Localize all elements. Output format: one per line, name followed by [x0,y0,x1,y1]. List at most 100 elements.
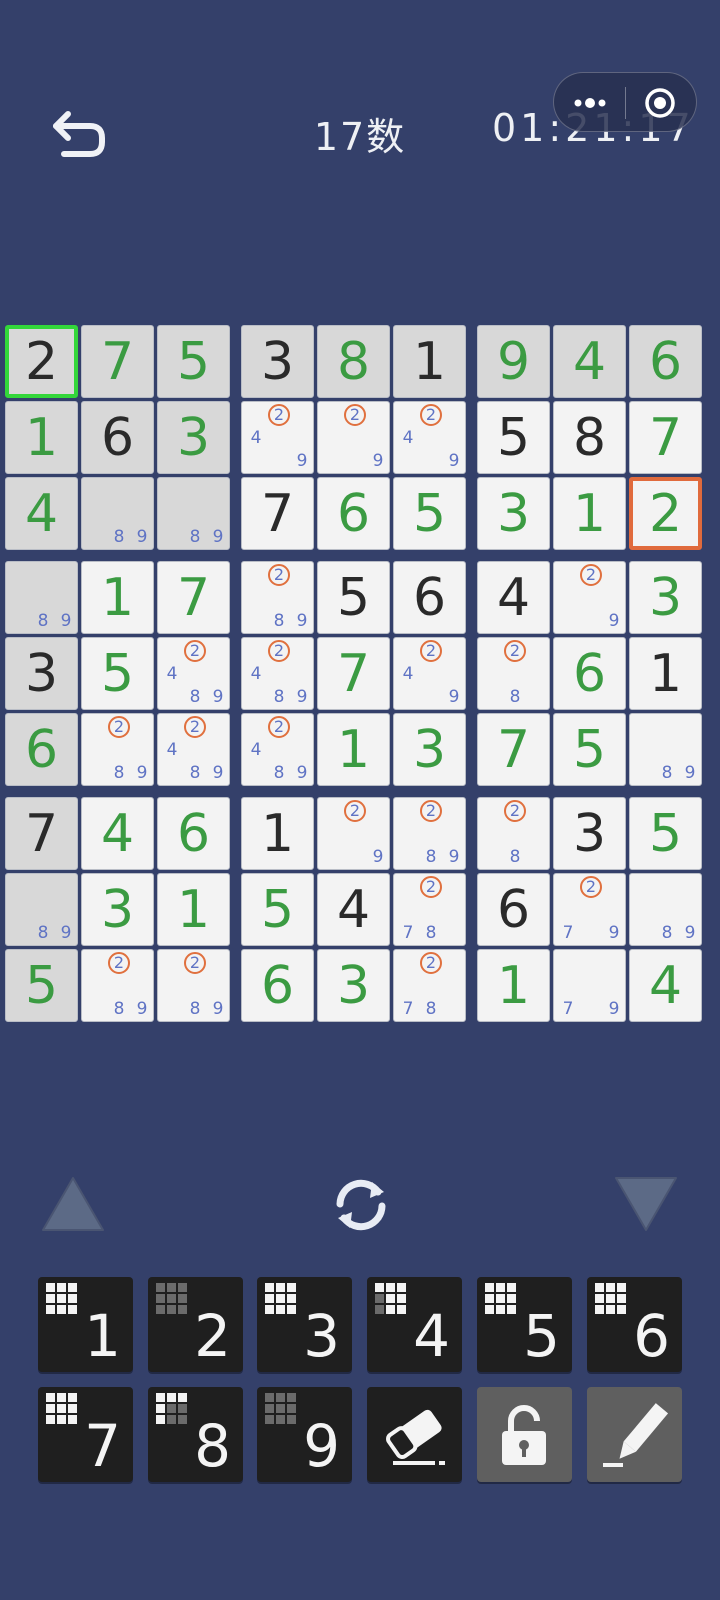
cell-r3c3[interactable]: 89 [157,477,230,550]
more-button[interactable] [554,73,625,133]
back-button[interactable] [50,108,110,162]
cell-r2c4[interactable]: 24 9 [241,401,314,474]
next-button[interactable] [613,1175,679,1233]
cell-r6c4[interactable]: 2489 [241,713,314,786]
cell-r9c6[interactable]: 2 78 [393,949,466,1022]
digit-key-6[interactable]: 6 [587,1277,682,1372]
cell-r9c3[interactable]: 2 89 [157,949,230,1022]
cell-r9c4[interactable]: 6 [241,949,314,1022]
cell-r4c2[interactable]: 1 [81,561,154,634]
cell-r5c3[interactable]: 2489 [157,637,230,710]
close-button[interactable] [626,73,698,133]
cell-r2c2[interactable]: 6 [81,401,154,474]
digit-key-9[interactable]: 9 [257,1387,352,1482]
cell-r4c5[interactable]: 5 [317,561,390,634]
cell-r1c8[interactable]: 4 [553,325,626,398]
cell-r6c5[interactable]: 1 [317,713,390,786]
digit-key-4[interactable]: 4 [367,1277,462,1372]
cell-r7c9[interactable]: 5 [629,797,702,870]
cell-r2c1[interactable]: 1 [5,401,78,474]
cell-r4c4[interactable]: 2 89 [241,561,314,634]
cell-r1c7[interactable]: 9 [477,325,550,398]
cell-r7c2[interactable]: 4 [81,797,154,870]
cell-r8c9[interactable]: 89 [629,873,702,946]
cell-r1c4[interactable]: 3 [241,325,314,398]
cell-r6c9[interactable]: 89 [629,713,702,786]
cell-r6c3[interactable]: 2489 [157,713,230,786]
digit-key-2[interactable]: 2 [148,1277,243,1372]
cell-r9c8[interactable]: 79 [553,949,626,1022]
cell-r2c7[interactable]: 5 [477,401,550,474]
cell-r3c6[interactable]: 5 [393,477,466,550]
lock-button[interactable] [477,1387,572,1482]
eraser-button[interactable] [367,1387,462,1482]
cell-r5c5[interactable]: 7 [317,637,390,710]
cell-r2c9[interactable]: 7 [629,401,702,474]
cell-r8c2[interactable]: 3 [81,873,154,946]
cell-r9c7[interactable]: 1 [477,949,550,1022]
cell-r1c2[interactable]: 7 [81,325,154,398]
cell-r5c6[interactable]: 24 9 [393,637,466,710]
digit-key-7[interactable]: 7 [38,1387,133,1482]
cell-r2c6[interactable]: 24 9 [393,401,466,474]
cell-r4c8[interactable]: 29 [553,561,626,634]
cell-r4c6[interactable]: 6 [393,561,466,634]
cell-r7c3[interactable]: 6 [157,797,230,870]
cell-r6c8[interactable]: 5 [553,713,626,786]
cell-r3c1[interactable]: 4 [5,477,78,550]
refresh-button[interactable] [326,1174,396,1236]
previous-button[interactable] [40,1175,106,1233]
cell-r5c2[interactable]: 5 [81,637,154,710]
cell-r5c9[interactable]: 1 [629,637,702,710]
cell-r4c7[interactable]: 4 [477,561,550,634]
cell-r6c7[interactable]: 7 [477,713,550,786]
cell-r1c3[interactable]: 5 [157,325,230,398]
cell-r4c9[interactable]: 3 [629,561,702,634]
cell-r9c1[interactable]: 5 [5,949,78,1022]
cell-r1c1[interactable]: 2 [5,325,78,398]
cell-r1c6[interactable]: 1 [393,325,466,398]
digit-key-1[interactable]: 1 [38,1277,133,1372]
cell-r8c6[interactable]: 2 78 [393,873,466,946]
cell-r5c4[interactable]: 2489 [241,637,314,710]
cell-r8c7[interactable]: 6 [477,873,550,946]
cell-r7c6[interactable]: 2 89 [393,797,466,870]
cell-r7c7[interactable]: 28 [477,797,550,870]
cell-r9c5[interactable]: 3 [317,949,390,1022]
cell-r5c7[interactable]: 28 [477,637,550,710]
cell-r7c4[interactable]: 1 [241,797,314,870]
cell-r8c8[interactable]: 2 7 9 [553,873,626,946]
cell-r7c1[interactable]: 7 [5,797,78,870]
cell-r9c9[interactable]: 4 [629,949,702,1022]
cell-r8c1[interactable]: 89 [5,873,78,946]
cell-r6c6[interactable]: 3 [393,713,466,786]
cell-r2c3[interactable]: 3 [157,401,230,474]
cell-r5c8[interactable]: 6 [553,637,626,710]
cell-r4c3[interactable]: 7 [157,561,230,634]
cell-r7c8[interactable]: 3 [553,797,626,870]
cell-r6c1[interactable]: 6 [5,713,78,786]
cell-r4c1[interactable]: 89 [5,561,78,634]
cell-r3c7[interactable]: 3 [477,477,550,550]
cell-r8c4[interactable]: 5 [241,873,314,946]
cell-r1c5[interactable]: 8 [317,325,390,398]
cell-r1c9[interactable]: 6 [629,325,702,398]
digit-key-5[interactable]: 5 [477,1277,572,1372]
cell-r6c2[interactable]: 2 89 [81,713,154,786]
digit-key-8[interactable]: 8 [148,1387,243,1482]
cell-r3c2[interactable]: 89 [81,477,154,550]
digit-key-3[interactable]: 3 [257,1277,352,1372]
cell-r3c8[interactable]: 1 [553,477,626,550]
cell-r7c5[interactable]: 29 [317,797,390,870]
cell-r9c2[interactable]: 2 89 [81,949,154,1022]
cell-r5c1[interactable]: 3 [5,637,78,710]
cell-r8c3[interactable]: 1 [157,873,230,946]
cell-r3c5[interactable]: 6 [317,477,390,550]
cell-r3c4[interactable]: 7 [241,477,314,550]
pencil-notes-button[interactable] [587,1387,682,1482]
pencil-note: 9 [212,527,224,547]
cell-r2c8[interactable]: 8 [553,401,626,474]
cell-r8c5[interactable]: 4 [317,873,390,946]
cell-r2c5[interactable]: 29 [317,401,390,474]
cell-r3c9[interactable]: 2 [629,477,702,550]
